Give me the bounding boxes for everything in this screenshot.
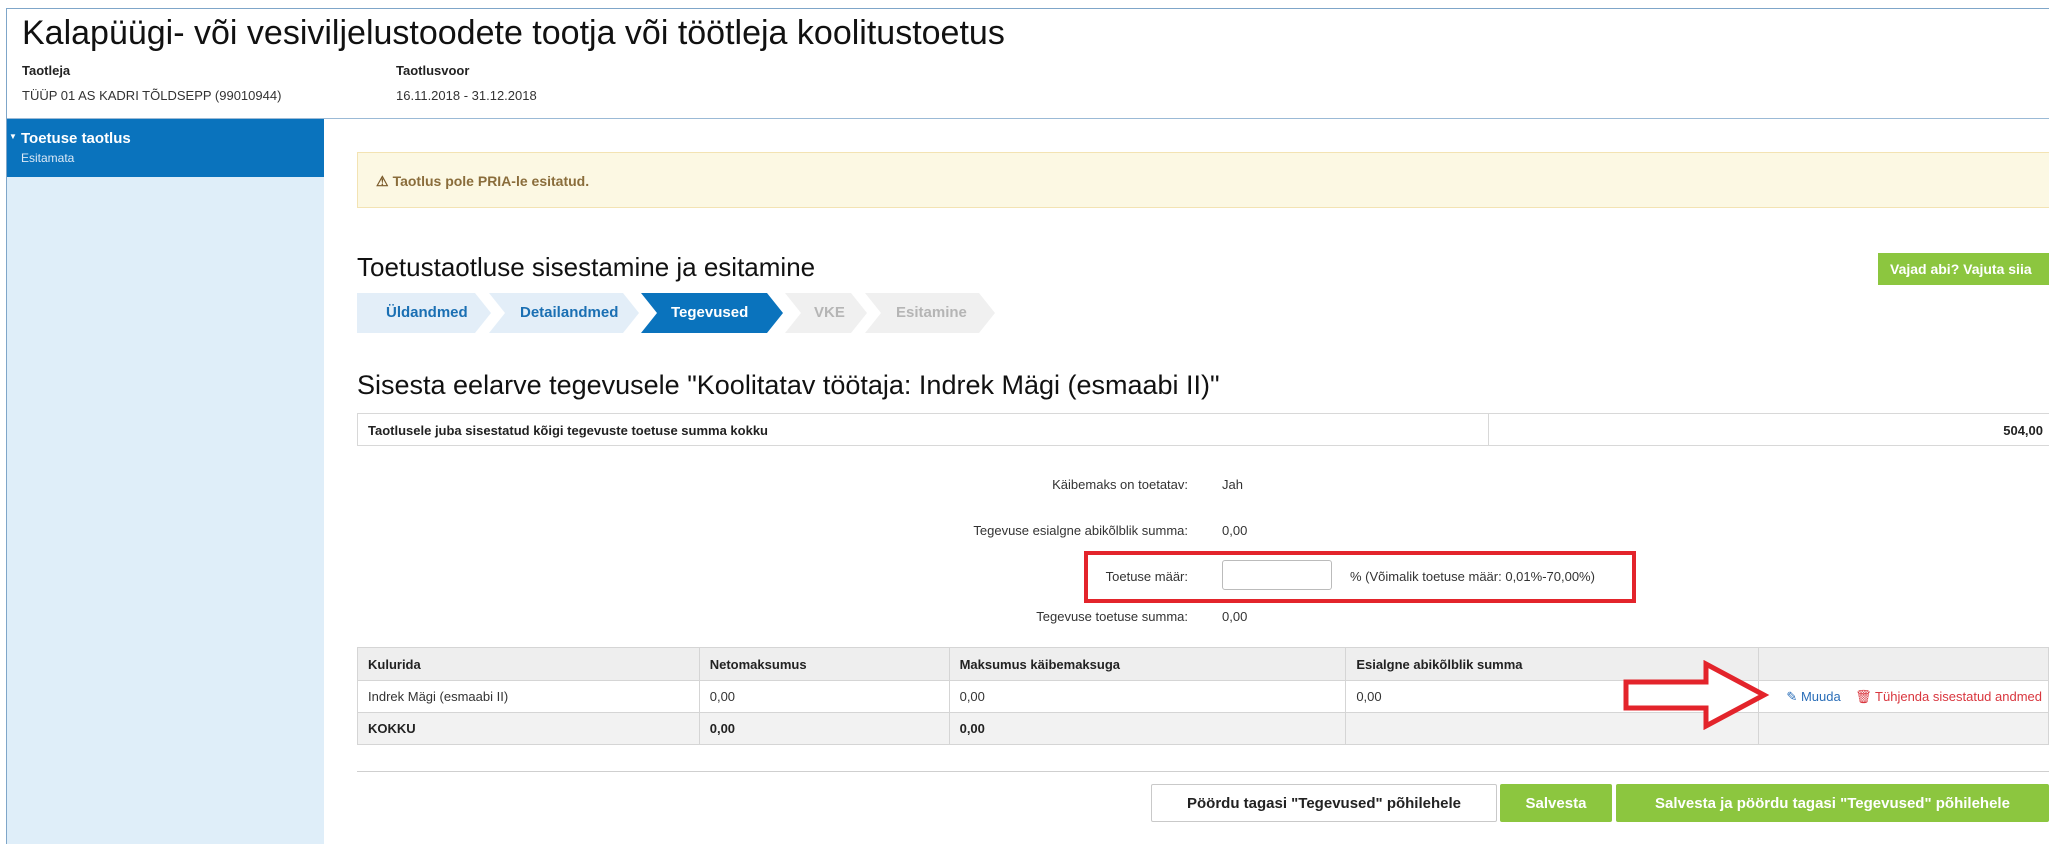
budget-title: Sisesta eelarve tegevusele "Koolitatav t…: [357, 370, 1220, 400]
table-row: Indrek Mägi (esmaabi II) 0,00 0,00 0,00 …: [357, 680, 2049, 713]
support-rate-label: Toetuse määr:: [1105, 569, 1188, 584]
clear-data-link-label: Tühjenda sisestatud andmed: [1875, 688, 2042, 704]
sidebar-item-status: Esitamata: [21, 151, 75, 165]
table-header-row: Kulurida Netomaksumus Maksumus käibemaks…: [357, 647, 2049, 681]
sum-gross: 0,00: [948, 712, 1347, 745]
column-header: [1757, 647, 2049, 681]
support-rate-input[interactable]: [1222, 560, 1332, 590]
step-label: VKE: [814, 304, 845, 321]
sidebar-item-label: Toetuse taotlus: [21, 130, 131, 147]
budget-table: Kulurida Netomaksumus Maksumus käibemaks…: [357, 647, 2049, 745]
step-label: Esitamine: [896, 304, 967, 321]
total-sum-row: Taotlusele juba sisestatud kõigi tegevus…: [357, 413, 2049, 446]
sidebar-item-toetuse-taotlus[interactable]: ▼ Toetuse taotlus Esitamata: [7, 119, 324, 177]
save-and-back-button[interactable]: Salvesta ja pöördu tagasi "Tegevused" põ…: [1616, 784, 2049, 822]
total-sum-value: 504,00: [2003, 423, 2043, 438]
vat-value: Jah: [1222, 477, 1243, 492]
cell-actions: ✎ Muuda 🗑 Tühjenda sisestatud andmed: [1757, 680, 2049, 713]
step-detailandmed[interactable]: Detailandmed: [489, 293, 639, 333]
total-sum-label: Taotlusele juba sisestatud kõigi tegevus…: [368, 423, 768, 438]
applicant-value: TÜÜP 01 AS KADRI TÕLDSEPP (99010944): [22, 88, 282, 103]
save-button[interactable]: Salvesta: [1500, 784, 1612, 822]
table-sum-row: KOKKU 0,00 0,00: [357, 712, 2049, 745]
vat-label: Käibemaks on toetatav:: [1052, 477, 1188, 492]
eligible-sum-value: 0,00: [1222, 523, 1248, 538]
cell-gross: 0,00: [948, 680, 1347, 713]
support-rate-hint: % (Võimalik toetuse määr: 0,01%-70,00%): [1350, 569, 1595, 584]
pencil-icon: ✎: [1786, 688, 1798, 704]
column-header: Netomaksumus: [698, 647, 950, 681]
edit-link-label: Muuda: [1800, 688, 1841, 704]
annotation-arrow-icon: [1623, 660, 1770, 730]
footer-divider: [357, 771, 2049, 772]
caret-down-icon: ▼: [9, 132, 17, 141]
help-button[interactable]: Vajad abi? Vajuta siia: [1878, 253, 2049, 285]
clear-data-link[interactable]: 🗑 Tühjenda sisestatud andmed: [1855, 689, 2042, 704]
sum-label: KOKKU: [357, 712, 700, 745]
step-esitamine: Esitamine: [865, 293, 995, 333]
step-label: Üldandmed: [386, 304, 468, 321]
back-to-activities-button[interactable]: Pöördu tagasi "Tegevused" põhilehele: [1151, 784, 1497, 822]
eligible-sum-label: Tegevuse esialgne abikõlblik summa:: [973, 523, 1188, 538]
step-vke: VKE: [785, 293, 867, 333]
warning-alert-text: ⚠ Taotlus pole PRIA-le esitatud.: [376, 173, 589, 190]
support-sum-label: Tegevuse toetuse summa:: [1036, 609, 1188, 624]
step-label: Detailandmed: [520, 304, 619, 321]
sum-net: 0,00: [698, 712, 950, 745]
step-label: Tegevused: [671, 304, 749, 321]
cell-net: 0,00: [698, 680, 950, 713]
trash-icon: 🗑: [1855, 688, 1872, 704]
cell-name: Indrek Mägi (esmaabi II): [357, 680, 700, 713]
step-uldandmed[interactable]: Üldandmed: [357, 293, 491, 333]
support-sum-value: 0,00: [1222, 609, 1248, 624]
warning-alert: ⚠ Taotlus pole PRIA-le esitatud.: [357, 152, 2049, 208]
step-tegevused[interactable]: Tegevused: [641, 293, 783, 333]
column-header: Kulurida: [357, 647, 700, 681]
warning-message: Taotlus pole PRIA-le esitatud.: [392, 173, 590, 189]
total-divider: [1488, 414, 1489, 445]
page-title: Kalapüügi- või vesiviljelustoodete tootj…: [22, 14, 1005, 52]
round-label: Taotlusvoor: [396, 63, 470, 78]
sidebar: ▼ Toetuse taotlus Esitamata: [7, 119, 324, 844]
edit-link[interactable]: ✎ Muuda: [1786, 689, 1840, 704]
round-value: 16.11.2018 - 31.12.2018: [396, 88, 537, 103]
warning-icon: ⚠: [376, 173, 389, 189]
applicant-label: Taotleja: [22, 63, 71, 78]
section-title: Toetustaotluse sisestamine ja esitamine: [357, 252, 816, 282]
sum-empty: [1757, 712, 2049, 745]
column-header: Maksumus käibemaksuga: [948, 647, 1347, 681]
